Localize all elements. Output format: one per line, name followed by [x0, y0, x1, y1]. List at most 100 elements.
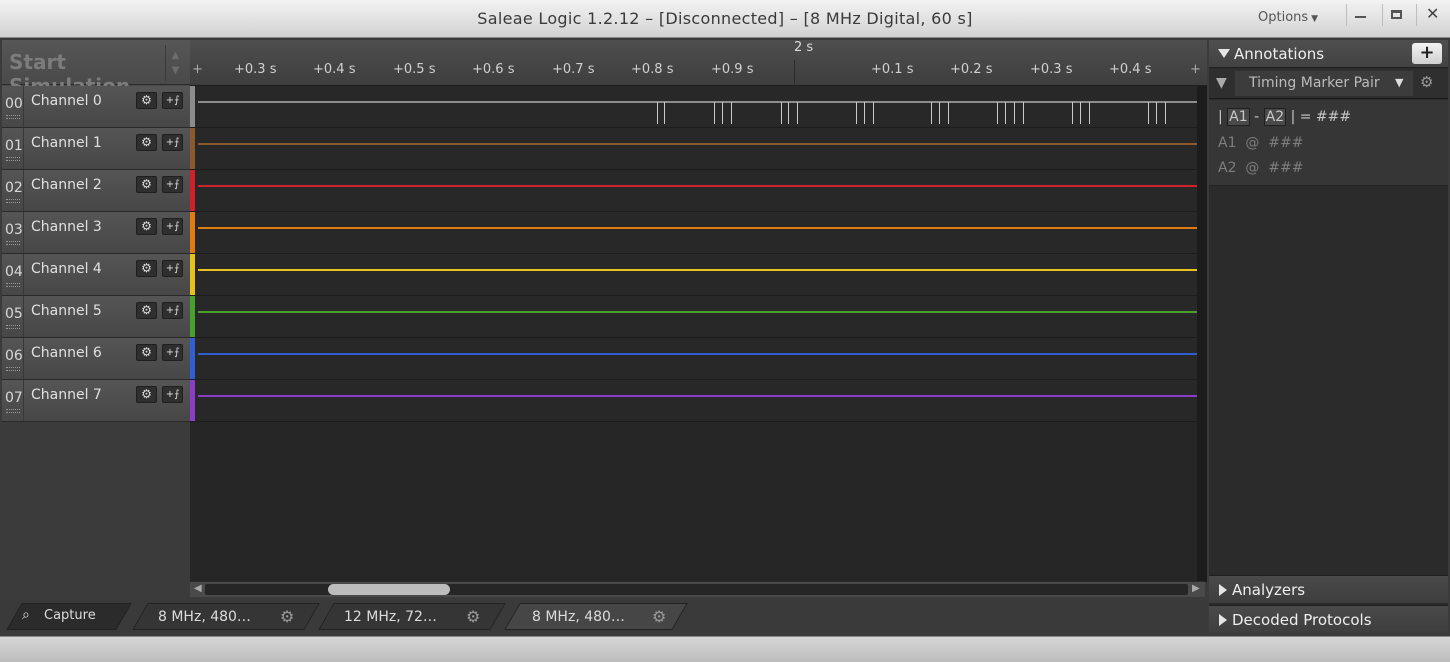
time-edge-right: +: [1190, 62, 1201, 77]
channel-name[interactable]: Channel 1: [31, 135, 102, 151]
waveform-view[interactable]: 2 s + + +0.3 s +0.4 s +0.5 s +0.6 s +0.7 s +0…: [190, 40, 1207, 582]
gear-icon: ⚙: [141, 177, 152, 191]
maximize-button[interactable]: [1382, 4, 1412, 26]
trigger-button[interactable]: +⨍: [162, 176, 183, 193]
channel-settings-button[interactable]: ⚙: [136, 218, 157, 235]
annotation-measurements: | A1 - A2 | = ### A1 @ ### A2 @ ###: [1209, 100, 1448, 186]
channel-number[interactable]: 02: [2, 170, 24, 211]
signal-lane[interactable]: [190, 296, 1197, 338]
signal-pulse: [948, 102, 949, 124]
session-tab-2[interactable]: 12 MHz, 72… ⚙: [318, 603, 506, 630]
signal-lane[interactable]: [190, 380, 1197, 422]
signal-trace: [198, 101, 1197, 103]
simulation-spinner[interactable]: ▲ ▼: [165, 45, 185, 81]
channel-row[interactable]: 06 Channel 6 ⚙ +⨍: [2, 338, 190, 380]
drag-handle-icon[interactable]: [6, 409, 20, 413]
add-annotation-button[interactable]: +: [1412, 43, 1442, 64]
channel-settings-button[interactable]: ⚙: [136, 260, 157, 277]
gear-icon: ⚙: [141, 387, 152, 401]
annotations-header[interactable]: Annotations +: [1209, 40, 1448, 68]
channel-row[interactable]: 02 Channel 2 ⚙ +⨍: [2, 170, 190, 212]
drag-handle-icon[interactable]: [6, 157, 20, 161]
trigger-button[interactable]: +⨍: [162, 344, 183, 361]
session-tab-3[interactable]: 8 MHz, 480… ⚙: [504, 603, 688, 630]
channel-name[interactable]: Channel 6: [31, 345, 102, 361]
trigger-button[interactable]: +⨍: [162, 260, 183, 277]
chevron-down-icon[interactable]: ▼: [166, 65, 185, 76]
signal-lane[interactable]: [190, 254, 1197, 296]
time-ruler[interactable]: 2 s + + +0.3 s +0.4 s +0.5 s +0.6 s +0.7 s +0…: [190, 40, 1207, 86]
channel-number[interactable]: 03: [2, 212, 24, 253]
channel-number[interactable]: 01: [2, 128, 24, 169]
channel-name[interactable]: Channel 3: [31, 219, 102, 235]
channel-number[interactable]: 06: [2, 338, 24, 379]
channel-number[interactable]: 05: [2, 296, 24, 337]
signal-trace: [198, 227, 1197, 229]
timing-marker-dropdown[interactable]: Timing Marker Pair ▼: [1235, 71, 1413, 96]
gear-icon[interactable]: ⚙: [280, 607, 294, 626]
signal-lane[interactable]: [190, 338, 1197, 380]
channel-color-stripe: [190, 338, 195, 379]
a1-badge[interactable]: A1: [1227, 108, 1250, 126]
gear-icon[interactable]: ⚙: [1420, 73, 1433, 91]
start-simulation-button[interactable]: Start Simulation ▲ ▼: [2, 40, 190, 98]
gear-icon[interactable]: ⚙: [652, 607, 666, 626]
scroll-right-icon[interactable]: ▶: [1192, 583, 1200, 594]
channel-row[interactable]: 05 Channel 5 ⚙ +⨍: [2, 296, 190, 338]
trigger-button[interactable]: +⨍: [162, 92, 183, 109]
drag-handle-icon[interactable]: [6, 325, 20, 329]
gear-icon: ⚙: [141, 303, 152, 317]
trigger-button[interactable]: +⨍: [162, 134, 183, 151]
trigger-button[interactable]: +⨍: [162, 218, 183, 235]
channel-settings-button[interactable]: ⚙: [136, 92, 157, 109]
signal-lane[interactable]: [190, 128, 1197, 170]
channel-name[interactable]: Channel 5: [31, 303, 102, 319]
channel-row[interactable]: 00 Channel 0 ⚙ +⨍: [2, 86, 190, 128]
timing-marker-label: Timing Marker Pair: [1249, 75, 1380, 91]
channel-number-label: 02: [5, 180, 23, 196]
capture-tab[interactable]: ⌕ Capture: [6, 603, 132, 630]
chevron-up-icon[interactable]: ▲: [166, 50, 185, 61]
trigger-button[interactable]: +⨍: [162, 386, 183, 403]
signal-pulse: [997, 102, 998, 124]
channel-settings-button[interactable]: ⚙: [136, 176, 157, 193]
drag-handle-icon[interactable]: [6, 241, 20, 245]
signal-lane[interactable]: [190, 86, 1197, 128]
horizontal-scrollbar[interactable]: ◀ ▶: [190, 581, 1205, 597]
channel-row[interactable]: 04 Channel 4 ⚙ +⨍: [2, 254, 190, 296]
channel-name[interactable]: Channel 4: [31, 261, 102, 277]
channel-name[interactable]: Channel 0: [31, 93, 102, 109]
channel-settings-button[interactable]: ⚙: [136, 134, 157, 151]
drag-handle-icon[interactable]: [6, 199, 20, 203]
gear-icon[interactable]: ⚙: [466, 607, 480, 626]
session-tab-1[interactable]: 8 MHz, 480… ⚙: [132, 603, 320, 630]
options-menu[interactable]: Options ▼: [1258, 10, 1318, 25]
minimize-button[interactable]: [1346, 4, 1376, 26]
signal-lane[interactable]: [190, 170, 1197, 212]
decoded-protocols-header[interactable]: Decoded Protocols: [1209, 605, 1448, 633]
drag-handle-icon[interactable]: [6, 115, 20, 119]
channel-number[interactable]: 04: [2, 254, 24, 295]
channel-settings-button[interactable]: ⚙: [136, 344, 157, 361]
drag-handle-icon[interactable]: [6, 367, 20, 371]
channel-row[interactable]: 03 Channel 3 ⚙ +⨍: [2, 212, 190, 254]
vertical-scrollbar[interactable]: [1197, 86, 1207, 582]
analyzers-header[interactable]: Analyzers: [1209, 575, 1448, 603]
drag-handle-icon[interactable]: [6, 283, 20, 287]
channel-number[interactable]: 00: [2, 86, 24, 127]
channel-settings-button[interactable]: ⚙: [136, 386, 157, 403]
channel-row[interactable]: 07 Channel 7 ⚙ +⨍: [2, 380, 190, 422]
close-button[interactable]: ✕: [1416, 4, 1446, 26]
trigger-button[interactable]: +⨍: [162, 302, 183, 319]
time-tick-label: +0.1 s: [871, 62, 914, 77]
scroll-thumb[interactable]: [328, 584, 450, 595]
signal-lane[interactable]: [190, 212, 1197, 254]
channel-row[interactable]: 01 Channel 1 ⚙ +⨍: [2, 128, 190, 170]
channel-number[interactable]: 07: [2, 380, 24, 421]
channel-name[interactable]: Channel 7: [31, 387, 102, 403]
channel-name[interactable]: Channel 2: [31, 177, 102, 193]
channel-settings-button[interactable]: ⚙: [136, 302, 157, 319]
a2-badge[interactable]: A2: [1263, 108, 1287, 126]
pin-icon[interactable]: ▼: [1216, 75, 1227, 91]
scroll-left-icon[interactable]: ◀: [194, 583, 202, 594]
